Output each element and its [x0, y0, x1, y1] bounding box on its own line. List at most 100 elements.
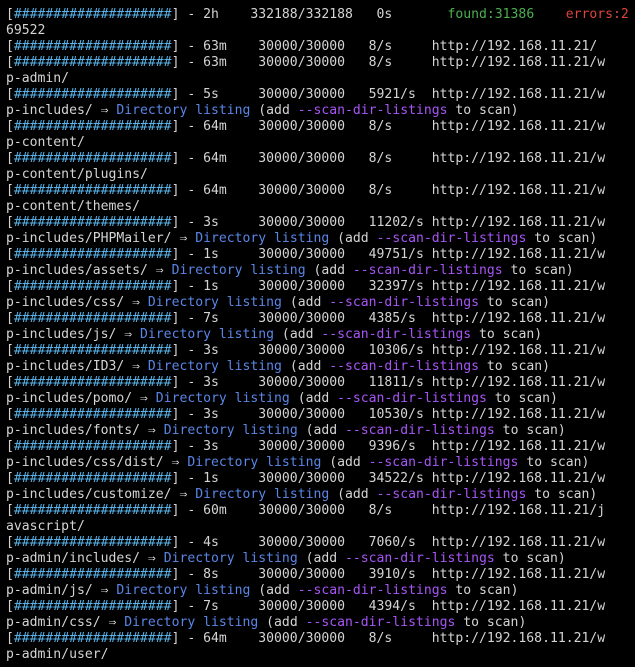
- text-segment: to scan): [526, 487, 598, 502]
- terminal-line: [####################] - 3s 30000/30000 …: [6, 343, 635, 359]
- progress-bar: ####################: [13, 375, 172, 390]
- directory-listing-label: Directory listing: [187, 455, 322, 470]
- scan-option-flag: --scan-dir-listings: [345, 551, 495, 566]
- directory-listing-label: Directory listing: [163, 551, 298, 566]
- text-segment: to scan): [526, 231, 598, 246]
- progress-bar: ####################: [13, 119, 172, 134]
- scan-option-flag: --scan-dir-listings: [376, 231, 527, 246]
- arrow-icon: ⇒: [100, 103, 109, 118]
- arrow-icon: ⇒: [100, 583, 109, 598]
- terminal-line: [####################] - 5s 30000/30000 …: [6, 87, 635, 103]
- terminal-line: p-includes/css/ ⇒ Directory listing (add…: [6, 295, 635, 311]
- text-segment: to scan): [502, 263, 574, 278]
- text-segment: 69522: [6, 23, 46, 38]
- text-segment: [: [6, 503, 14, 518]
- arrow-icon: ⇒: [124, 327, 133, 342]
- arrow-icon: ⇒: [140, 391, 148, 406]
- text-segment: ] - 3s 30000/30000 9396/s http://192.168…: [171, 439, 606, 454]
- scan-option-flag: --scan-dir-listings: [368, 455, 519, 470]
- arrow-icon: ⇒: [155, 263, 164, 278]
- terminal-line: [####################] - 3s 30000/30000 …: [6, 407, 635, 423]
- terminal-line: avascript/: [6, 519, 635, 535]
- text-segment: (add: [281, 359, 330, 374]
- progress-bar: ####################: [13, 503, 172, 518]
- terminal-line: p-includes/assets/ ⇒ Directory listing (…: [6, 263, 635, 279]
- progress-bar: ####################: [13, 183, 172, 198]
- text-segment: [: [6, 151, 14, 166]
- text-segment: p-includes/ID3/: [6, 359, 133, 374]
- text-segment: to scan): [486, 391, 558, 406]
- text-segment: [: [6, 471, 14, 486]
- text-segment: [: [6, 247, 14, 262]
- scan-option-flag: --scan-dir-listings: [329, 359, 480, 374]
- terminal-line: [####################] - 7s 30000/30000 …: [6, 311, 635, 327]
- terminal-line: p-includes/ID3/ ⇒ Directory listing (add…: [6, 359, 635, 375]
- progress-bar: ####################: [13, 247, 172, 262]
- scan-option-flag: --scan-dir-listings: [329, 295, 480, 310]
- text-segment: p-content/themes/: [6, 199, 141, 214]
- text-segment: [: [6, 87, 14, 102]
- scan-option-flag: --scan-dir-listings: [376, 487, 527, 502]
- text-segment: to scan): [447, 103, 519, 118]
- terminal-line: p-includes/fonts/ ⇒ Directory listing (a…: [6, 423, 635, 439]
- terminal-line: [####################] - 7s 30000/30000 …: [6, 599, 635, 615]
- text-segment: [140, 295, 148, 310]
- text-segment: p-includes/customize/: [6, 487, 180, 502]
- directory-listing-label: Directory listing: [140, 327, 275, 342]
- error-count: errors:2: [565, 7, 629, 22]
- text-segment: p-includes/css/dist/: [6, 455, 172, 470]
- text-segment: [: [6, 215, 14, 230]
- terminal-line: p-admin/user/: [6, 647, 635, 663]
- progress-bar: ####################: [13, 471, 172, 486]
- text-segment: (add: [258, 615, 306, 630]
- progress-bar: ####################: [13, 439, 172, 454]
- terminal-line: p-includes/ ⇒ Directory listing (add --s…: [6, 103, 635, 119]
- directory-listing-label: Directory listing: [155, 391, 290, 406]
- progress-bar: ####################: [13, 535, 172, 550]
- text-segment: [156, 551, 164, 566]
- terminal-line: [####################] - 8s 30000/30000 …: [6, 567, 635, 583]
- terminal-line: p-content/: [6, 135, 635, 151]
- terminal-line: 69522: [6, 23, 635, 39]
- text-segment: (add: [329, 231, 377, 246]
- terminal-line: [####################] - 3s 30000/30000 …: [6, 375, 635, 391]
- text-segment: to scan): [494, 423, 566, 438]
- terminal-line: p-content/themes/: [6, 199, 635, 215]
- terminal-line: [####################] - 60m 30000/30000…: [6, 503, 635, 519]
- text-segment: p-admin/: [6, 71, 70, 86]
- text-segment: (add: [250, 583, 298, 598]
- terminal-line: p-includes/js/ ⇒ Directory listing (add …: [6, 327, 635, 343]
- progress-bar: ####################: [13, 55, 172, 70]
- text-segment: [: [6, 183, 14, 198]
- text-segment: [: [6, 535, 14, 550]
- terminal-line: p-content/plugins/: [6, 167, 635, 183]
- terminal-line: p-admin/js/ ⇒ Directory listing (add --s…: [6, 583, 635, 599]
- scan-option-flag: --scan-dir-listings: [297, 103, 448, 118]
- terminal-line: [####################] - 3s 30000/30000 …: [6, 439, 635, 455]
- text-segment: ] - 63m 30000/30000 8/s http://192.168.1…: [171, 55, 606, 70]
- text-segment: [: [6, 279, 14, 294]
- text-segment: ] - 3s 30000/30000 10306/s http://192.16…: [171, 343, 606, 358]
- arrow-icon: ⇒: [132, 295, 141, 310]
- progress-bar: ####################: [13, 343, 172, 358]
- text-segment: ] - 63m 30000/30000 8/s http://192.168.1…: [171, 39, 598, 54]
- text-segment: (add: [305, 263, 353, 278]
- text-segment: ] - 64m 30000/30000 8/s http://192.168.1…: [171, 631, 606, 646]
- text-segment: [140, 359, 148, 374]
- text-segment: p-admin/user/: [6, 647, 109, 662]
- directory-listing-label: Directory listing: [171, 263, 306, 278]
- text-segment: p-admin/includes/: [6, 551, 148, 566]
- directory-listing-label: Directory listing: [116, 583, 251, 598]
- text-segment: (add: [250, 103, 298, 118]
- progress-bar: ####################: [13, 311, 172, 326]
- text-segment: p-includes/css/: [6, 295, 133, 310]
- directory-listing-label: Directory listing: [147, 295, 282, 310]
- text-segment: [: [6, 343, 14, 358]
- text-segment: [: [6, 311, 14, 326]
- text-segment: p-admin/js/: [6, 583, 101, 598]
- text-segment: p-includes/fonts/: [6, 423, 148, 438]
- text-segment: p-admin/css/: [6, 615, 109, 630]
- progress-bar: ####################: [13, 7, 172, 22]
- text-segment: ] - 1s 30000/30000 32397/s http://192.16…: [171, 279, 606, 294]
- text-segment: to scan): [455, 615, 527, 630]
